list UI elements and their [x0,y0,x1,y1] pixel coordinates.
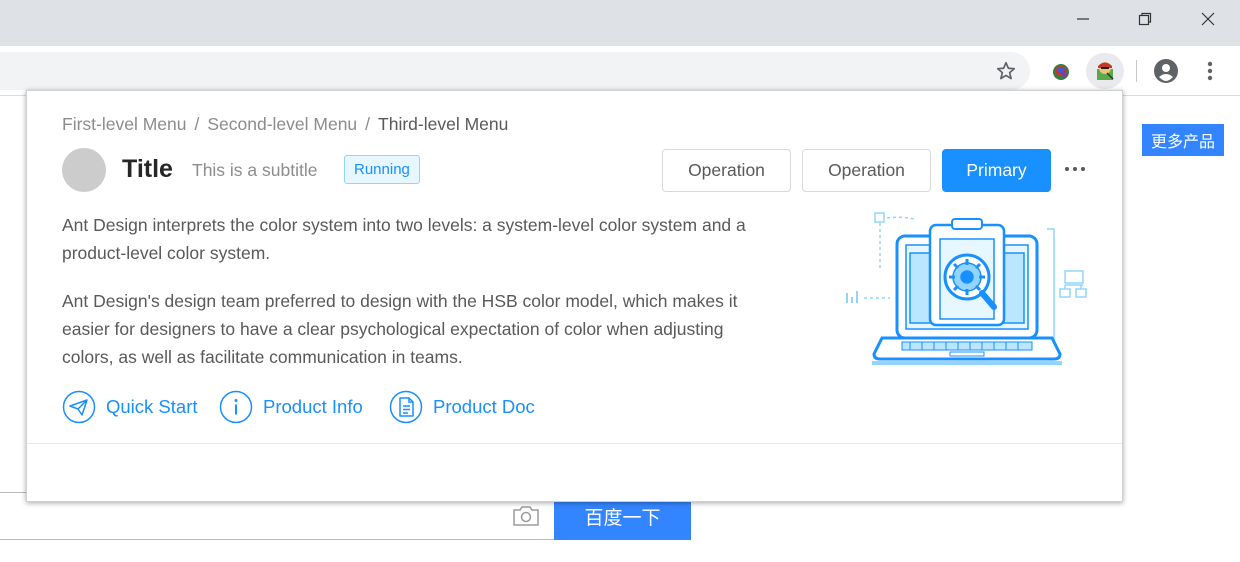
camera-icon [513,506,539,526]
close-window-button[interactable] [1185,4,1231,34]
popup-divider [27,443,1122,444]
toolbar-separator [1136,60,1137,82]
breadcrumb: First-level Menu / Second-level Menu / Third… [62,114,508,135]
avatar [62,148,106,192]
product-info-label: Product Info [263,396,363,417]
info-circle-icon [219,390,253,424]
account-icon [1154,59,1178,83]
product-doc-link[interactable]: Product Doc [389,390,535,424]
operation-button-1[interactable]: Operation [662,149,791,192]
breadcrumb-item-first[interactable]: First-level Menu [62,114,186,134]
browser-toolbar [0,46,1240,96]
restore-button[interactable] [1122,4,1168,34]
star-icon [996,61,1016,80]
breadcrumb-item-second[interactable]: Second-level Menu [207,114,357,134]
extension-button[interactable] [1047,57,1075,85]
more-products-link[interactable]: 更多产品 [1142,124,1224,156]
page-title: Title [122,155,173,183]
more-actions-button[interactable] [1063,157,1087,181]
minimize-button[interactable] [1060,4,1106,34]
breadcrumb-separator: / [365,114,371,134]
description-paragraph-1: Ant Design interprets the color system i… [62,215,746,263]
ellipsis-icon [1065,167,1085,171]
minimize-icon [1077,18,1089,20]
address-bar[interactable] [0,52,1030,90]
active-extension-icon-wrap[interactable] [1091,57,1119,85]
page-subtitle: This is a subtitle [192,160,318,180]
profile-button[interactable] [1152,57,1180,85]
quick-start-label: Quick Start [106,396,198,417]
close-icon [1201,12,1215,26]
primary-button[interactable]: Primary [942,149,1051,192]
extension-icon [1053,64,1069,80]
page-header-popup: First-level Menu / Second-level Menu / Third… [26,90,1123,502]
breadcrumb-item-third: Third-level Menu [378,114,509,134]
restore-icon [1138,12,1152,26]
operation-button-2[interactable]: Operation [802,149,931,192]
paper-plane-icon [62,390,96,424]
chrome-menu-button[interactable] [1196,57,1224,85]
menu-dots-icon [1207,61,1213,81]
document-icon [389,390,423,424]
camera-search-button[interactable] [512,505,542,529]
breadcrumb-separator: / [194,114,200,134]
active-extension-icon [1097,62,1114,80]
quick-start-link[interactable]: Quick Start [62,390,198,424]
laptop-illustration [846,212,1087,365]
description-paragraph-2: Ant Design's design team preferred to de… [62,291,738,367]
product-doc-label: Product Doc [433,396,535,417]
bookmark-star-button[interactable] [992,57,1020,85]
status-tag: Running [344,155,420,184]
window-titlebar [0,0,1240,46]
product-info-link[interactable]: Product Info [219,390,363,424]
